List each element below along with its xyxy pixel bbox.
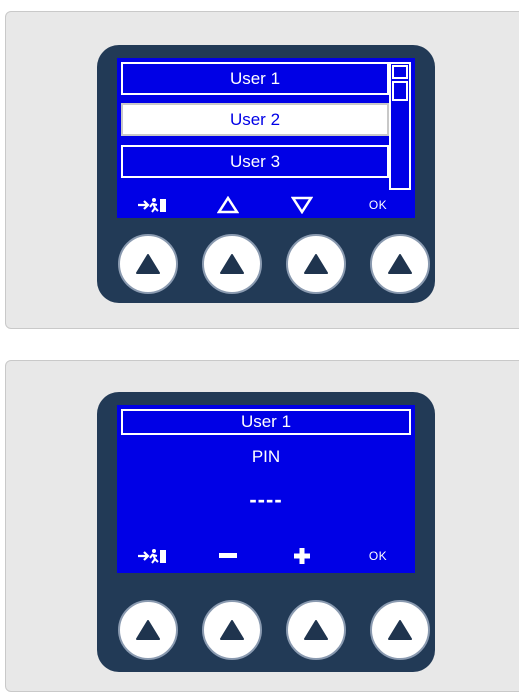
lcd-screen: User 1 User 2 User 3 OK bbox=[117, 58, 415, 218]
plus-icon bbox=[265, 543, 339, 569]
pin-label: PIN bbox=[251, 447, 281, 466]
user-list-item[interactable]: User 1 bbox=[121, 62, 389, 95]
pin-entry-panel: User 1 PIN ---- OK bbox=[5, 360, 519, 692]
scrollbar-thumb[interactable] bbox=[392, 81, 408, 101]
minus-icon bbox=[191, 543, 265, 569]
ok-softkey-label: OK bbox=[341, 543, 415, 569]
softkey-button-1[interactable] bbox=[118, 234, 178, 294]
ok-label: OK bbox=[368, 549, 388, 563]
up-arrow-icon bbox=[304, 254, 328, 274]
pin-value-field[interactable]: ---- bbox=[117, 487, 415, 513]
softkey-button-4[interactable] bbox=[370, 234, 430, 294]
user-list-item-selected[interactable]: User 2 bbox=[121, 103, 389, 136]
scrollbar-track-top bbox=[392, 65, 408, 79]
up-arrow-icon bbox=[220, 254, 244, 274]
lcd-screen: User 1 PIN ---- OK bbox=[117, 405, 415, 573]
up-arrow-icon bbox=[388, 620, 412, 640]
ok-label: OK bbox=[368, 198, 388, 212]
softkey-button-2[interactable] bbox=[202, 234, 262, 294]
softkey-bar: OK bbox=[117, 543, 415, 569]
up-arrow-icon bbox=[136, 620, 160, 640]
pin-user-header: User 1 bbox=[121, 409, 411, 435]
up-arrow-icon bbox=[388, 254, 412, 274]
up-arrow-icon bbox=[136, 254, 160, 274]
up-arrow-icon bbox=[220, 620, 244, 640]
down-triangle-icon bbox=[265, 192, 339, 218]
exit-icon bbox=[117, 543, 191, 569]
softkey-button-1[interactable] bbox=[118, 600, 178, 660]
up-triangle-icon bbox=[191, 192, 265, 218]
device-bezel: User 1 User 2 User 3 OK bbox=[97, 45, 435, 303]
user-select-panel: User 1 User 2 User 3 OK bbox=[5, 11, 519, 329]
softkey-button-2[interactable] bbox=[202, 600, 262, 660]
softkey-button-3[interactable] bbox=[286, 600, 346, 660]
softkey-bar: OK bbox=[117, 192, 415, 218]
user-list-item[interactable]: User 3 bbox=[121, 145, 389, 178]
exit-icon bbox=[117, 192, 191, 218]
up-arrow-icon bbox=[304, 620, 328, 640]
softkey-button-4[interactable] bbox=[370, 600, 430, 660]
softkey-button-3[interactable] bbox=[286, 234, 346, 294]
scrollbar[interactable] bbox=[389, 62, 411, 190]
device-bezel: User 1 PIN ---- OK bbox=[97, 392, 435, 672]
ok-softkey-label: OK bbox=[341, 192, 415, 218]
